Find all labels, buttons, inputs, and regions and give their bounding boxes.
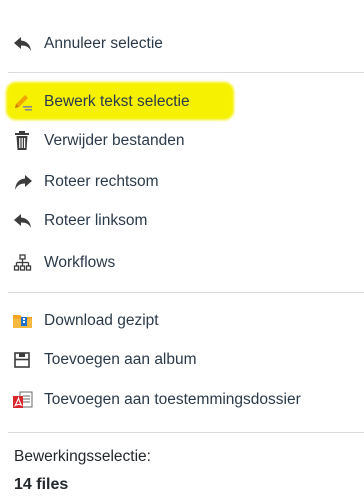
edit-text-selection-label: Bewerk tekst selectie [44, 93, 190, 110]
rotate-left-label: Roteer linksom [44, 212, 148, 229]
add-to-consent-file-item[interactable]: Toevoegen aan toestemmingsdossier [8, 382, 301, 418]
edit-pencil-icon [12, 91, 38, 113]
undo-arrow-icon [12, 33, 38, 55]
selection-file-count: 14 files [14, 476, 69, 493]
add-to-consent-file-label: Toevoegen aan toestemmingsdossier [44, 391, 301, 408]
workflows-item[interactable]: Workflows [8, 245, 115, 281]
rotate-right-item[interactable]: Roteer rechtsom [8, 164, 159, 200]
zip-folder-icon [12, 310, 38, 332]
divider [8, 292, 364, 293]
divider [8, 432, 364, 433]
download-zipped-item[interactable]: Download gezipt [8, 303, 159, 339]
rotate-left-arrow-icon [12, 210, 38, 232]
save-disk-icon [12, 349, 38, 371]
edit-text-selection-item[interactable]: Bewerk tekst selectie [8, 84, 190, 120]
trash-icon [12, 130, 38, 152]
divider [8, 72, 364, 73]
rotate-right-arrow-icon [12, 171, 38, 193]
delete-files-label: Verwijder bestanden [44, 132, 185, 149]
rotate-right-label: Roteer rechtsom [44, 173, 159, 190]
pdf-document-icon [12, 389, 38, 411]
delete-files-item[interactable]: Verwijder bestanden [8, 123, 184, 159]
workflow-hierarchy-icon [12, 252, 38, 274]
rotate-left-item[interactable]: Roteer linksom [8, 203, 147, 239]
add-to-album-item[interactable]: Toevoegen aan album [8, 342, 197, 378]
workflows-label: Workflows [44, 254, 116, 271]
edit-selection-heading: Bewerkingsselectie: [14, 448, 151, 465]
cancel-selection-label: Annuleer selectie [44, 35, 163, 52]
download-zipped-label: Download gezipt [44, 312, 159, 329]
add-to-album-label: Toevoegen aan album [44, 351, 197, 368]
cancel-selection-item[interactable]: Annuleer selectie [8, 26, 163, 62]
